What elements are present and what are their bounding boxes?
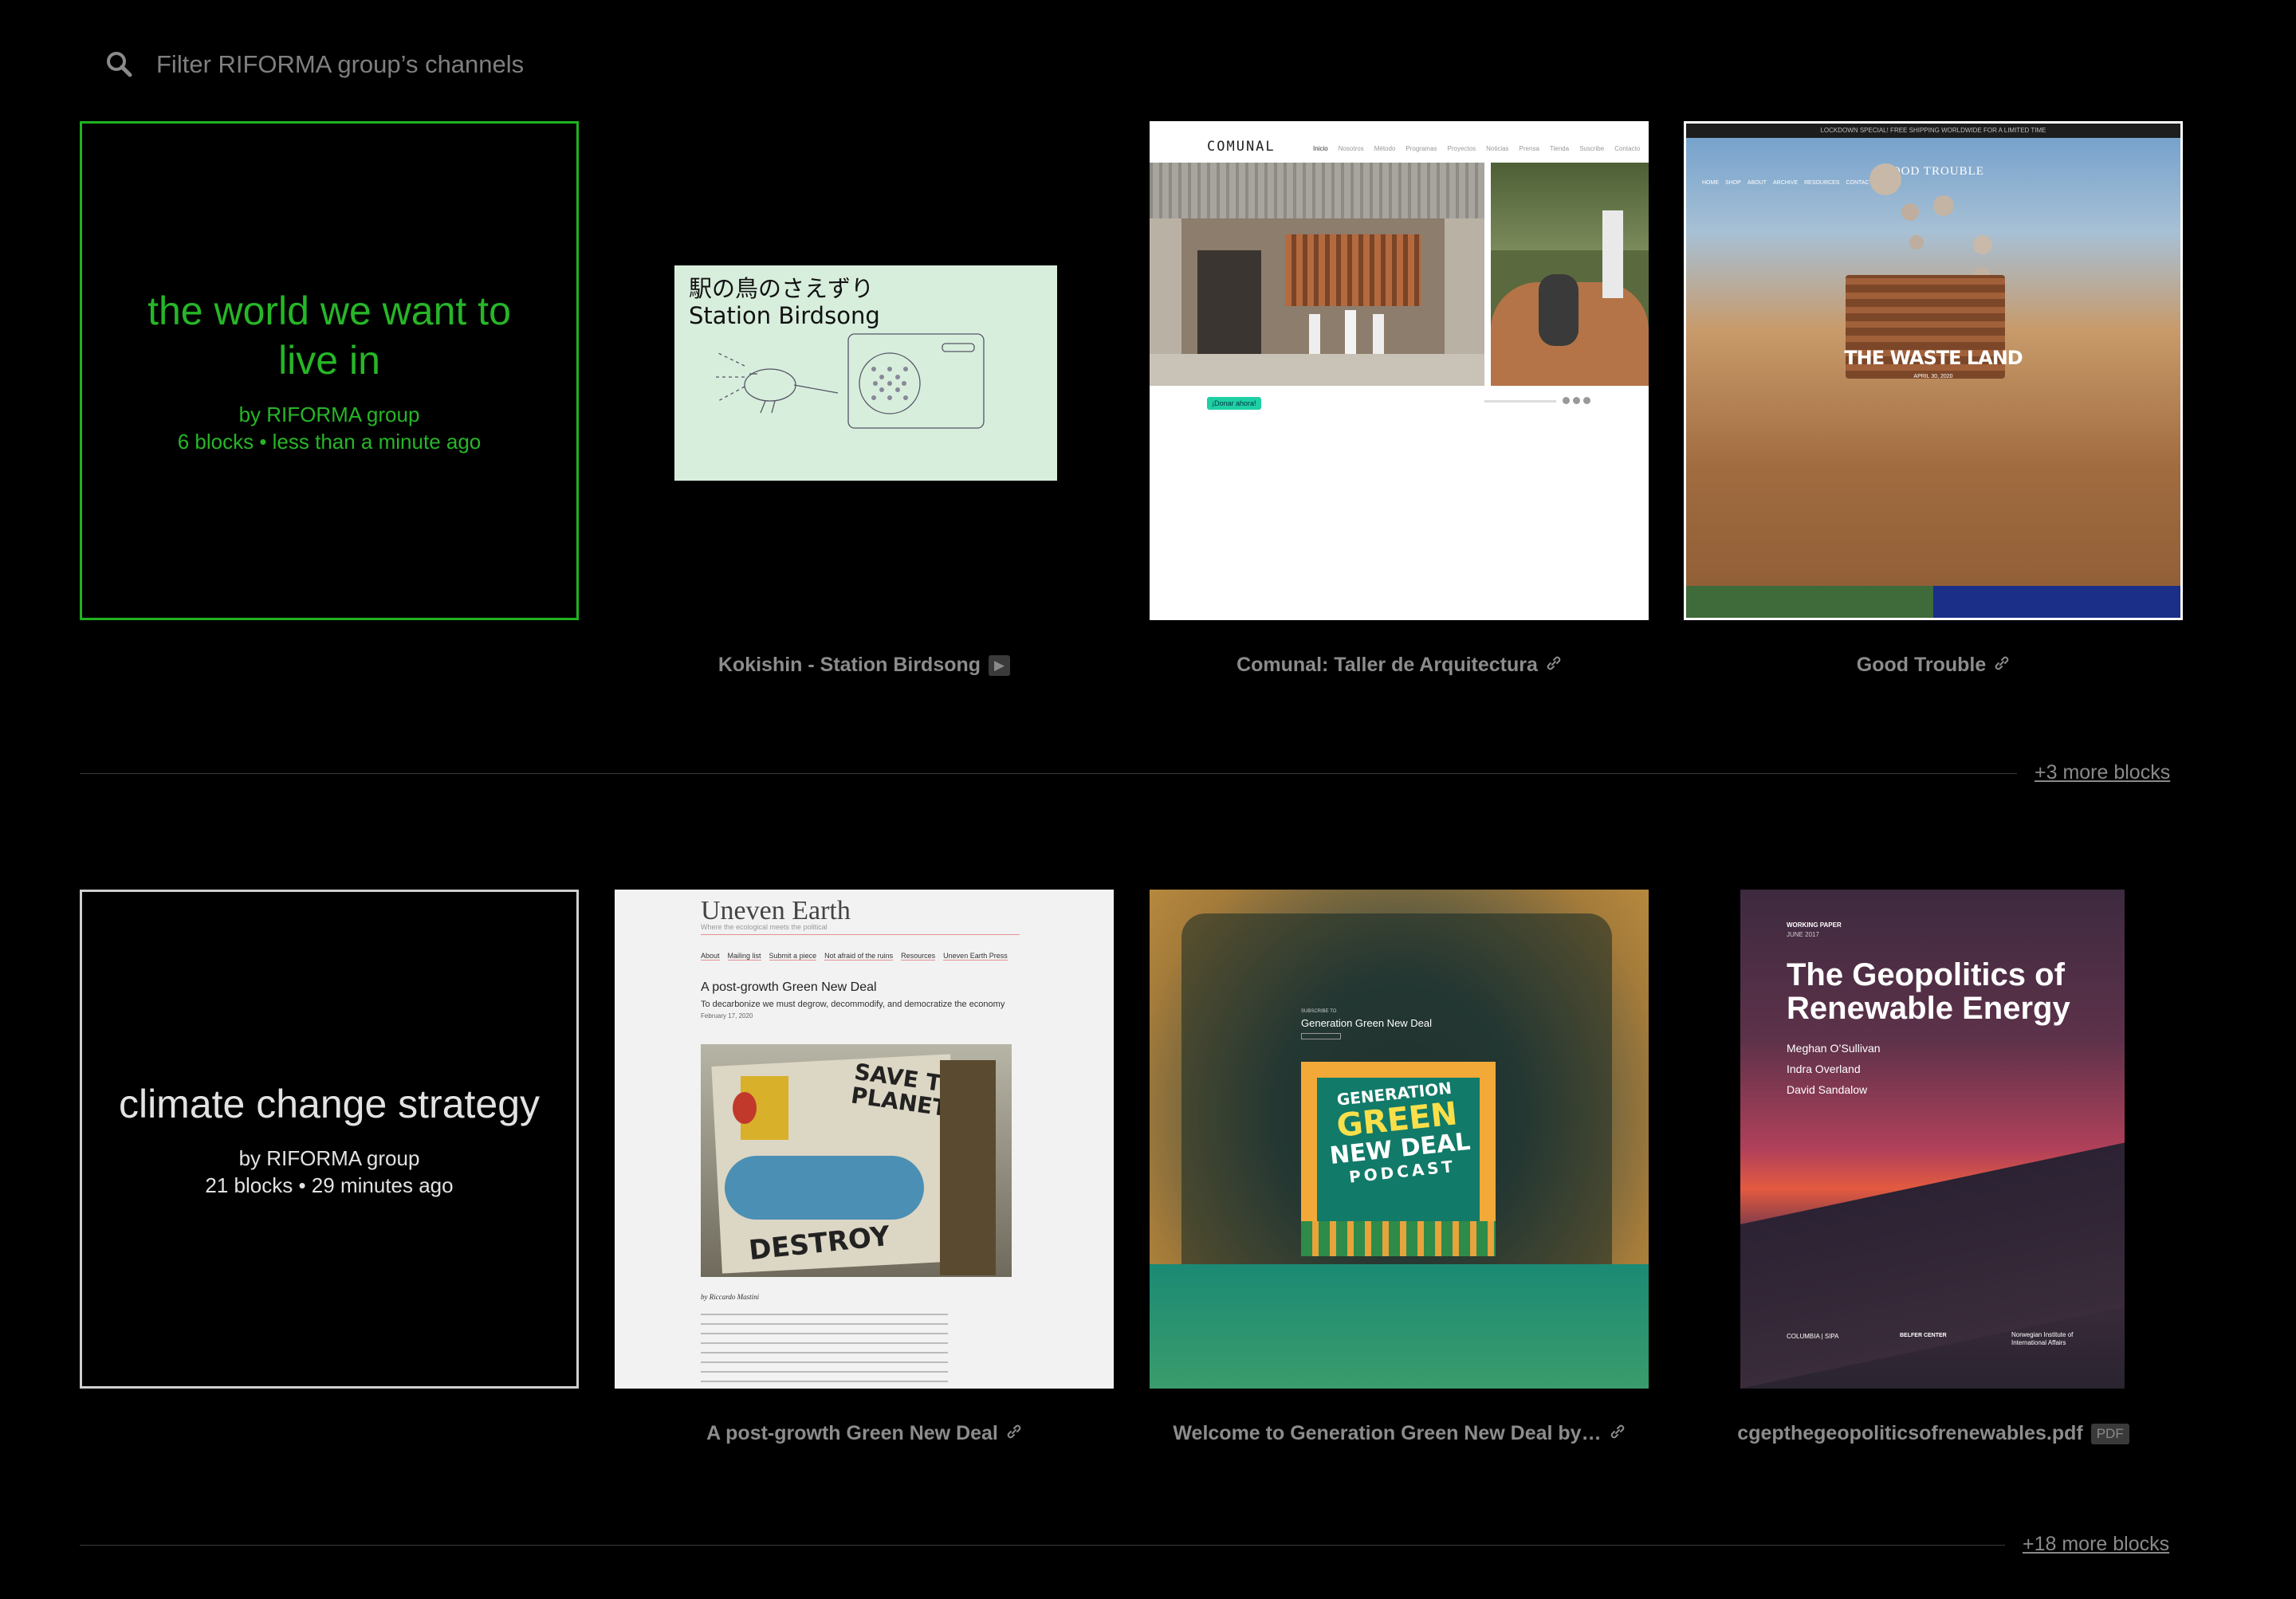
podcast-cover-art: GENERATION GREEN NEW DEAL PODCAST xyxy=(1301,1062,1496,1256)
block-caption[interactable]: Welcome to Generation Green New Deal by… xyxy=(1150,1422,1649,1445)
bird-radio-illustration xyxy=(714,333,985,429)
comunal-logo: COMUNAL xyxy=(1207,139,1276,155)
link-icon xyxy=(1994,654,2010,677)
block-caption[interactable]: Comunal: Taller de Arquitectura xyxy=(1150,654,1649,677)
video-icon: ▶ xyxy=(989,654,1011,676)
protest-banner-photo: SAVE THE PLANET DESTROY xyxy=(701,1044,1012,1277)
block-geopolitics-pdf[interactable]: WORKING PAPER JUNE 2017 The Geopolitics … xyxy=(1684,890,2183,1389)
pdf-cover: WORKING PAPER JUNE 2017 The Geopolitics … xyxy=(1740,890,2125,1389)
row-divider xyxy=(80,1545,2005,1546)
more-blocks-link[interactable]: +3 more blocks xyxy=(2035,761,2170,784)
comunal-photo-workers xyxy=(1491,163,1649,386)
channel-title: climate change strategy xyxy=(118,1082,541,1126)
block-comunal[interactable]: COMUNAL Inicio Nosotros Método Programas Pro… xyxy=(1150,121,1649,620)
uneven-nav: About Mailing list Submit a piece Not af… xyxy=(701,952,1008,961)
site-title: Uneven Earth xyxy=(701,896,851,925)
row-divider xyxy=(80,773,2017,774)
channel-author: by RIFORMA group xyxy=(238,1146,420,1170)
channel-card-climate-change-strategy[interactable]: climate change strategy by RIFORMA group… xyxy=(80,890,579,1389)
good-trouble-thumbnail: LOCKDOWN SPECIAL! FREE SHIPPING WORLDWID… xyxy=(1686,124,2180,618)
pdf-badge: PDF xyxy=(2090,1423,2129,1444)
block-caption[interactable]: A post-growth Green New Deal xyxy=(615,1422,1114,1445)
article-body-lines xyxy=(701,1314,948,1389)
block-generation-green-new-deal[interactable]: SUBSCRIBE TO Generation Green New Deal G… xyxy=(1150,890,1649,1389)
channel-card-world-we-want[interactable]: the world we want to live in by RIFORMA … xyxy=(80,121,579,620)
link-icon xyxy=(1006,1422,1022,1445)
link-icon xyxy=(1610,1422,1626,1445)
channel-author: by RIFORMA group xyxy=(238,403,420,426)
search-icon[interactable] xyxy=(105,50,134,79)
block-station-birdsong[interactable]: 駅の鳥のさえずり Station Birdsong xyxy=(615,121,1114,620)
channel-stats: 21 blocks • 29 minutes ago xyxy=(205,1173,454,1197)
block-caption[interactable]: Good Trouble xyxy=(1684,654,2183,677)
channel-filter-bar xyxy=(105,46,823,83)
block-caption[interactable]: Kokishin - Station Birdsong ▶ xyxy=(615,654,1114,677)
donate-button: ¡Donar ahora! xyxy=(1207,397,1261,410)
block-good-trouble[interactable]: LOCKDOWN SPECIAL! FREE SHIPPING WORLDWID… xyxy=(1684,121,2183,620)
link-icon xyxy=(1546,655,1562,676)
comunal-nav: Inicio Nosotros Método Programas Proyectos No… xyxy=(1313,145,1641,152)
search-input[interactable] xyxy=(156,50,794,79)
comunal-photo-building xyxy=(1150,163,1484,386)
channel-title: the world we want to live in xyxy=(147,289,511,383)
channel-stats: 6 blocks • less than a minute ago xyxy=(177,430,482,454)
block-caption[interactable]: cgepthegeopoliticsofrenewables.pdf PDF xyxy=(1684,1422,2183,1445)
birdsong-thumbnail: 駅の鳥のさえずり Station Birdsong xyxy=(674,265,1057,481)
block-uneven-earth[interactable]: Uneven Earth Where the ecological meets … xyxy=(615,890,1114,1389)
more-blocks-link[interactable]: +18 more blocks xyxy=(2023,1533,2169,1556)
